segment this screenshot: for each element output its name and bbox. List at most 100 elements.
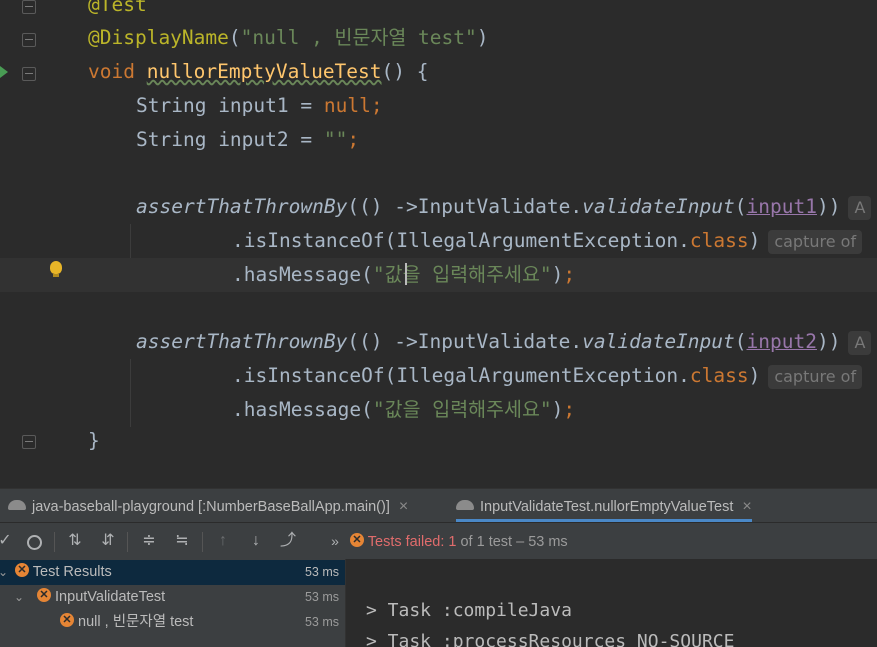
empty-string: "" — [323, 128, 348, 151]
paren: ) — [748, 229, 761, 252]
code-line: void nullorEmptyValueTest() { — [0, 55, 877, 89]
failed-icon: ✕ — [350, 533, 364, 548]
type-string: String — [136, 128, 207, 151]
tree-item-label: Test Results — [32, 564, 112, 580]
tab-label: InputValidateTest.nullorEmptyValueTest — [480, 499, 734, 515]
assert-function: assertThatThrownBy — [136, 330, 348, 353]
inlay-hint: A — [848, 195, 872, 220]
sort-alphabetically-icon[interactable]: ⇅ — [64, 523, 86, 559]
test-results-tree[interactable]: ⌄ ✕ Test Results 53 ms ⌄ ✕ InputValidate… — [0, 559, 345, 647]
tree-item-duration: 53 ms — [304, 565, 339, 579]
keyword-class: class — [689, 229, 749, 252]
paren: ( — [734, 195, 747, 218]
chevron-down-icon[interactable]: ⌄ — [0, 560, 12, 585]
code-line: assertThatThrownBy(() ->InputValidate.va… — [0, 190, 877, 224]
closing-brace: } — [88, 429, 100, 452]
semicolon: ; — [563, 263, 576, 286]
code-line: String input1 = null; — [0, 89, 877, 123]
test-runner-toolbar: ✓ ⇅ ⇵ ≑ ≒ ↑ ↓ ⤴ » ✕ Tests failed: 1 of 1… — [0, 522, 877, 559]
test-status: ✕ Tests failed: 1 of 1 test – 53 ms — [350, 523, 568, 559]
hasmessage-call: .hasMessage( — [232, 398, 373, 421]
failed-icon: ✕ — [15, 563, 29, 578]
keyword-void: void — [88, 60, 135, 83]
current-code-line: .hasMessage("값을 입력해주세요"); — [0, 258, 877, 292]
paren: )) — [816, 195, 841, 218]
tab-label: java-baseball-playground [:NumberBaseBal… — [32, 499, 390, 515]
input2-declaration: input2 = — [206, 128, 324, 151]
lightbulb-icon[interactable] — [50, 261, 62, 277]
check-icon[interactable]: ✓ — [0, 523, 16, 559]
toolbar-separator — [54, 532, 55, 552]
run-config-icon — [8, 500, 26, 511]
semicolon: ; — [563, 398, 576, 421]
tree-item-label: InputValidateTest — [55, 589, 166, 605]
argument-input1: input1 — [746, 195, 817, 218]
assert-lambda: (() ->InputValidate. — [347, 330, 583, 353]
method-signature-tail: () { — [381, 60, 429, 83]
assert-function: assertThatThrownBy — [136, 195, 348, 218]
tree-row-null-empty-test[interactable]: ✕ null , 빈문자열 test 53 ms — [0, 610, 345, 635]
code-editor[interactable]: @Test @DisplayName("null , 빈문자열 test") v… — [0, 0, 877, 488]
expand-all-icon[interactable]: ≑ — [138, 523, 160, 559]
tab-java-baseball-playground[interactable]: java-baseball-playground [:NumberBaseBal… — [8, 489, 408, 522]
argument-input2: input2 — [746, 330, 817, 353]
close-icon[interactable]: × — [399, 498, 408, 515]
paren: ) — [748, 364, 761, 387]
tree-item-duration: 53 ms — [304, 615, 339, 629]
collapse-all-icon[interactable]: ≒ — [171, 523, 193, 559]
export-results-icon[interactable]: ⤴ — [277, 523, 299, 559]
code-line: .isInstanceOf(IllegalArgumentException.c… — [0, 359, 877, 393]
assert-lambda: (() ->InputValidate. — [347, 195, 583, 218]
sort-by-duration-icon[interactable]: ⇵ — [97, 523, 119, 559]
failed-icon: ✕ — [60, 613, 74, 628]
status-summary: of 1 test – 53 ms — [456, 534, 568, 550]
code-line: .hasMessage("값을 입력해주세요"); — [0, 393, 877, 427]
paren: )) — [816, 330, 841, 353]
display-name-string: "null , 빈문자열 test" — [240, 26, 477, 49]
tree-row-test-results[interactable]: ⌄ ✕ Test Results 53 ms — [0, 560, 345, 585]
input1-declaration: input1 = — [206, 94, 324, 117]
paren: ( — [734, 330, 747, 353]
capture-inlay-hint: capture of — [768, 364, 863, 389]
code-line: .isInstanceOf(IllegalArgumentException.c… — [0, 224, 877, 258]
isinstanceof-call: .isInstanceOf(IllegalArgumentException. — [232, 229, 690, 252]
run-config-icon — [456, 500, 474, 511]
capture-inlay-hint: capture of — [768, 229, 863, 254]
inlay-hint: A — [848, 330, 872, 355]
console-line: > Task :processResources NO-SOURCE — [366, 631, 735, 647]
more-actions-icon[interactable]: » — [324, 523, 346, 559]
hasmessage-call: .hasMessage( — [232, 263, 373, 286]
previous-failed-icon[interactable]: ↑ — [212, 523, 234, 559]
console-output[interactable]: > Task :compileJava > Task :processResou… — [345, 559, 877, 647]
run-tool-tabs: java-baseball-playground [:NumberBaseBal… — [0, 488, 877, 522]
message-string: "값을 입력해주세요" — [372, 263, 552, 286]
validate-function: validateInput — [582, 195, 735, 218]
paren: ) — [551, 263, 564, 286]
code-line: assertThatThrownBy(() ->InputValidate.va… — [0, 325, 877, 359]
next-failed-icon[interactable]: ↓ — [245, 523, 267, 559]
message-string: "값을 입력해주세요" — [372, 398, 552, 421]
semicolon: ; — [370, 94, 383, 117]
method-name[interactable]: nullorEmptyValueTest — [147, 60, 382, 83]
show-ignored-icon[interactable] — [23, 523, 45, 559]
toolbar-separator — [202, 532, 203, 552]
type-string: String — [136, 94, 207, 117]
isinstanceof-call: .isInstanceOf(IllegalArgumentException. — [232, 364, 690, 387]
code-line: @Test — [0, 0, 877, 22]
paren: ) — [551, 398, 564, 421]
text-caret — [405, 263, 407, 285]
code-line: String input2 = ""; — [0, 123, 877, 157]
keyword-null: null — [323, 94, 371, 117]
tab-inputvalidatetest[interactable]: InputValidateTest.nullorEmptyValueTest × — [456, 489, 752, 522]
status-failed-label: Tests failed: — [367, 534, 449, 550]
close-icon[interactable]: × — [742, 498, 751, 515]
toolbar-separator — [127, 532, 128, 552]
tree-item-label: null , 빈문자열 test — [78, 614, 194, 630]
chevron-down-icon[interactable]: ⌄ — [14, 585, 28, 610]
console-line: > Task :compileJava — [366, 600, 572, 621]
tree-item-duration: 53 ms — [304, 590, 339, 604]
semicolon: ; — [347, 128, 360, 151]
keyword-class: class — [689, 364, 749, 387]
code-line: } — [0, 424, 877, 458]
tree-row-inputvalidatetest[interactable]: ⌄ ✕ InputValidateTest 53 ms — [0, 585, 345, 610]
